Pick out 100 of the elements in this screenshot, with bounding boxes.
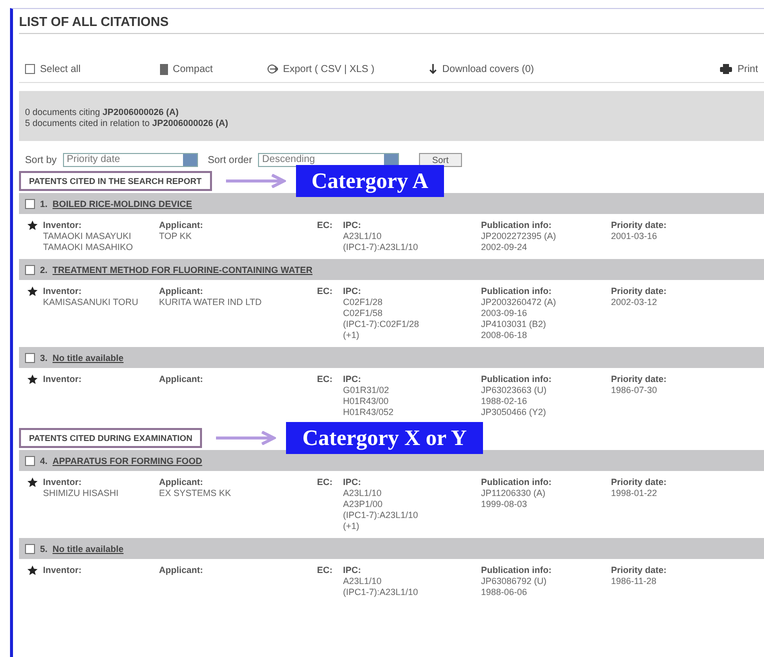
citation-title-link[interactable]: APPARATUS FOR FORMING FOOD xyxy=(52,456,202,466)
inventor-label: Inventor: xyxy=(43,565,83,576)
citation-title-link[interactable]: TREATMENT METHOD FOR FLUORINE-CONTAINING WATER xyxy=(52,264,312,274)
print-link[interactable]: Print xyxy=(737,64,758,74)
applicant-value: TOP KK xyxy=(159,231,193,242)
ipc-value: C02F1/58 xyxy=(343,308,384,319)
ipc-label: IPC: xyxy=(343,565,362,576)
ec-label: EC: xyxy=(317,286,334,297)
star-icon[interactable] xyxy=(27,565,38,576)
priority-date-value: 1986-07-30 xyxy=(611,385,658,396)
ipc-value: G01R31/02 xyxy=(343,385,390,396)
down-arrow-icon xyxy=(429,64,438,74)
ipc-value: (IPC1-7):A23L1/10 xyxy=(343,242,420,253)
publication-value: JP2003260472 (A) xyxy=(481,297,558,308)
citation-checkbox[interactable] xyxy=(25,544,35,554)
ipc-label: IPC: xyxy=(343,220,362,231)
ipc-value: A23L1/10 xyxy=(343,231,383,242)
citation-title-link[interactable]: No title available xyxy=(52,352,124,362)
publication-value: 1988-02-16 xyxy=(481,396,528,407)
download-link[interactable]: Download covers (0) xyxy=(442,64,534,74)
page-title: LIST OF ALL CITATIONS xyxy=(19,9,764,34)
priority-date-value: 2001-03-16 xyxy=(611,231,658,242)
inventor-value: KAMISASANUKI TORU xyxy=(43,297,140,308)
publication-label: Publication info: xyxy=(481,565,552,576)
arrow-icon xyxy=(216,431,276,445)
publication-label: Publication info: xyxy=(481,220,552,231)
publication-value: JP3050466 (Y2) xyxy=(481,407,548,418)
print-icon xyxy=(720,64,732,74)
category-callout: Catergory X or Y xyxy=(286,422,483,454)
ipc-value: (+1) xyxy=(343,521,360,532)
ipc-value: A23L1/10 xyxy=(343,576,383,587)
priority-date-label: Priority date: xyxy=(611,565,668,576)
ipc-label: IPC: xyxy=(343,286,362,297)
export-icon xyxy=(266,64,278,74)
summary-line: 0 documents citing JP2006000026 (A) xyxy=(25,107,180,118)
citation-number: 3. xyxy=(40,352,48,362)
sort-order-label: Sort order xyxy=(208,154,252,166)
priority-date-label: Priority date: xyxy=(611,220,668,231)
star-icon[interactable] xyxy=(27,477,38,488)
sort-button[interactable]: Sort xyxy=(419,153,462,167)
summary-line: 5 documents cited in relation to JP2006000026 (A) xyxy=(25,118,230,129)
publication-label: Publication info: xyxy=(481,286,552,297)
ipc-value: (IPC1-7):A23L1/10 xyxy=(343,510,420,521)
priority-date-label: Priority date: xyxy=(611,477,668,488)
applicant-label: Applicant: xyxy=(159,565,204,576)
star-icon[interactable] xyxy=(27,374,38,385)
export-link[interactable]: Export ( CSV | XLS ) xyxy=(282,64,374,74)
ec-label: EC: xyxy=(317,477,334,488)
citation-checkbox[interactable] xyxy=(25,198,35,208)
publication-value: 2008-06-18 xyxy=(481,330,528,341)
applicant-value: KURITA WATER IND LTD xyxy=(159,297,263,308)
ipc-value: H01R43/052 xyxy=(343,407,395,418)
section-heading: PATENTS CITED DURING EXAMINATION xyxy=(19,428,202,448)
document-icon xyxy=(160,64,168,74)
star-icon[interactable] xyxy=(27,220,38,231)
publication-value: 1999-08-03 xyxy=(481,499,528,510)
priority-date-label: Priority date: xyxy=(611,374,668,385)
publication-value: JP4103031 (B2) xyxy=(481,319,548,330)
citation-checkbox[interactable] xyxy=(25,264,35,274)
publication-value: 2002-09-24 xyxy=(481,242,528,253)
priority-date-value: 2002-03-12 xyxy=(611,297,658,308)
publication-label: Publication info: xyxy=(481,374,552,385)
applicant-label: Applicant: xyxy=(159,374,204,385)
sort-order-dropdown[interactable]: Descending xyxy=(258,153,400,167)
citation-checkbox[interactable] xyxy=(25,352,35,362)
priority-date-label: Priority date: xyxy=(611,286,668,297)
section-heading: PATENTS CITED IN THE SEARCH REPORT xyxy=(19,171,212,191)
citation-number: 2. xyxy=(40,264,48,274)
inventor-value: SHIMIZU HISASHI xyxy=(43,488,120,499)
star-icon[interactable] xyxy=(27,286,38,297)
compact-link[interactable]: Compact xyxy=(172,64,213,74)
ipc-label: IPC: xyxy=(343,374,362,385)
citation-number: 1. xyxy=(40,198,48,208)
inventor-value: TAMAOKI MASAYUKI xyxy=(43,231,132,242)
ec-label: EC: xyxy=(317,220,334,231)
inventor-label: Inventor: xyxy=(43,286,83,297)
ec-label: EC: xyxy=(317,374,334,385)
ipc-value: A23P1/00 xyxy=(343,499,384,510)
inventor-label: Inventor: xyxy=(43,374,83,385)
ipc-value: (IPC1-7):A23L1/10 xyxy=(343,587,420,598)
arrow-icon xyxy=(226,174,286,188)
applicant-label: Applicant: xyxy=(159,220,204,231)
priority-date-value: 1998-01-22 xyxy=(611,488,658,499)
ipc-value: H01R43/00 xyxy=(343,396,390,407)
ec-label: EC: xyxy=(317,565,334,576)
applicant-label: Applicant: xyxy=(159,477,204,488)
publication-value: JP63086792 (U) xyxy=(481,576,548,587)
ipc-value: C02F1/28 xyxy=(343,297,384,308)
sort-by-label: Sort by xyxy=(25,154,57,166)
sort-by-dropdown[interactable]: Priority date xyxy=(62,153,198,167)
select-all-checkbox[interactable]: Select all xyxy=(25,64,81,74)
applicant-label: Applicant: xyxy=(159,286,204,297)
ipc-value: A23L1/10 xyxy=(343,488,383,499)
citation-title-link[interactable]: BOILED RICE-MOLDING DEVICE xyxy=(52,198,192,208)
publication-value: JP2002272395 (A) xyxy=(481,231,558,242)
priority-date-value: 1986-11-28 xyxy=(611,576,658,587)
citation-title-link[interactable]: No title available xyxy=(52,544,124,554)
publication-value: JP63023663 (U) xyxy=(481,385,548,396)
citation-checkbox[interactable] xyxy=(25,456,35,466)
inventor-value: TAMAOKI MASAHIKO xyxy=(43,242,134,253)
